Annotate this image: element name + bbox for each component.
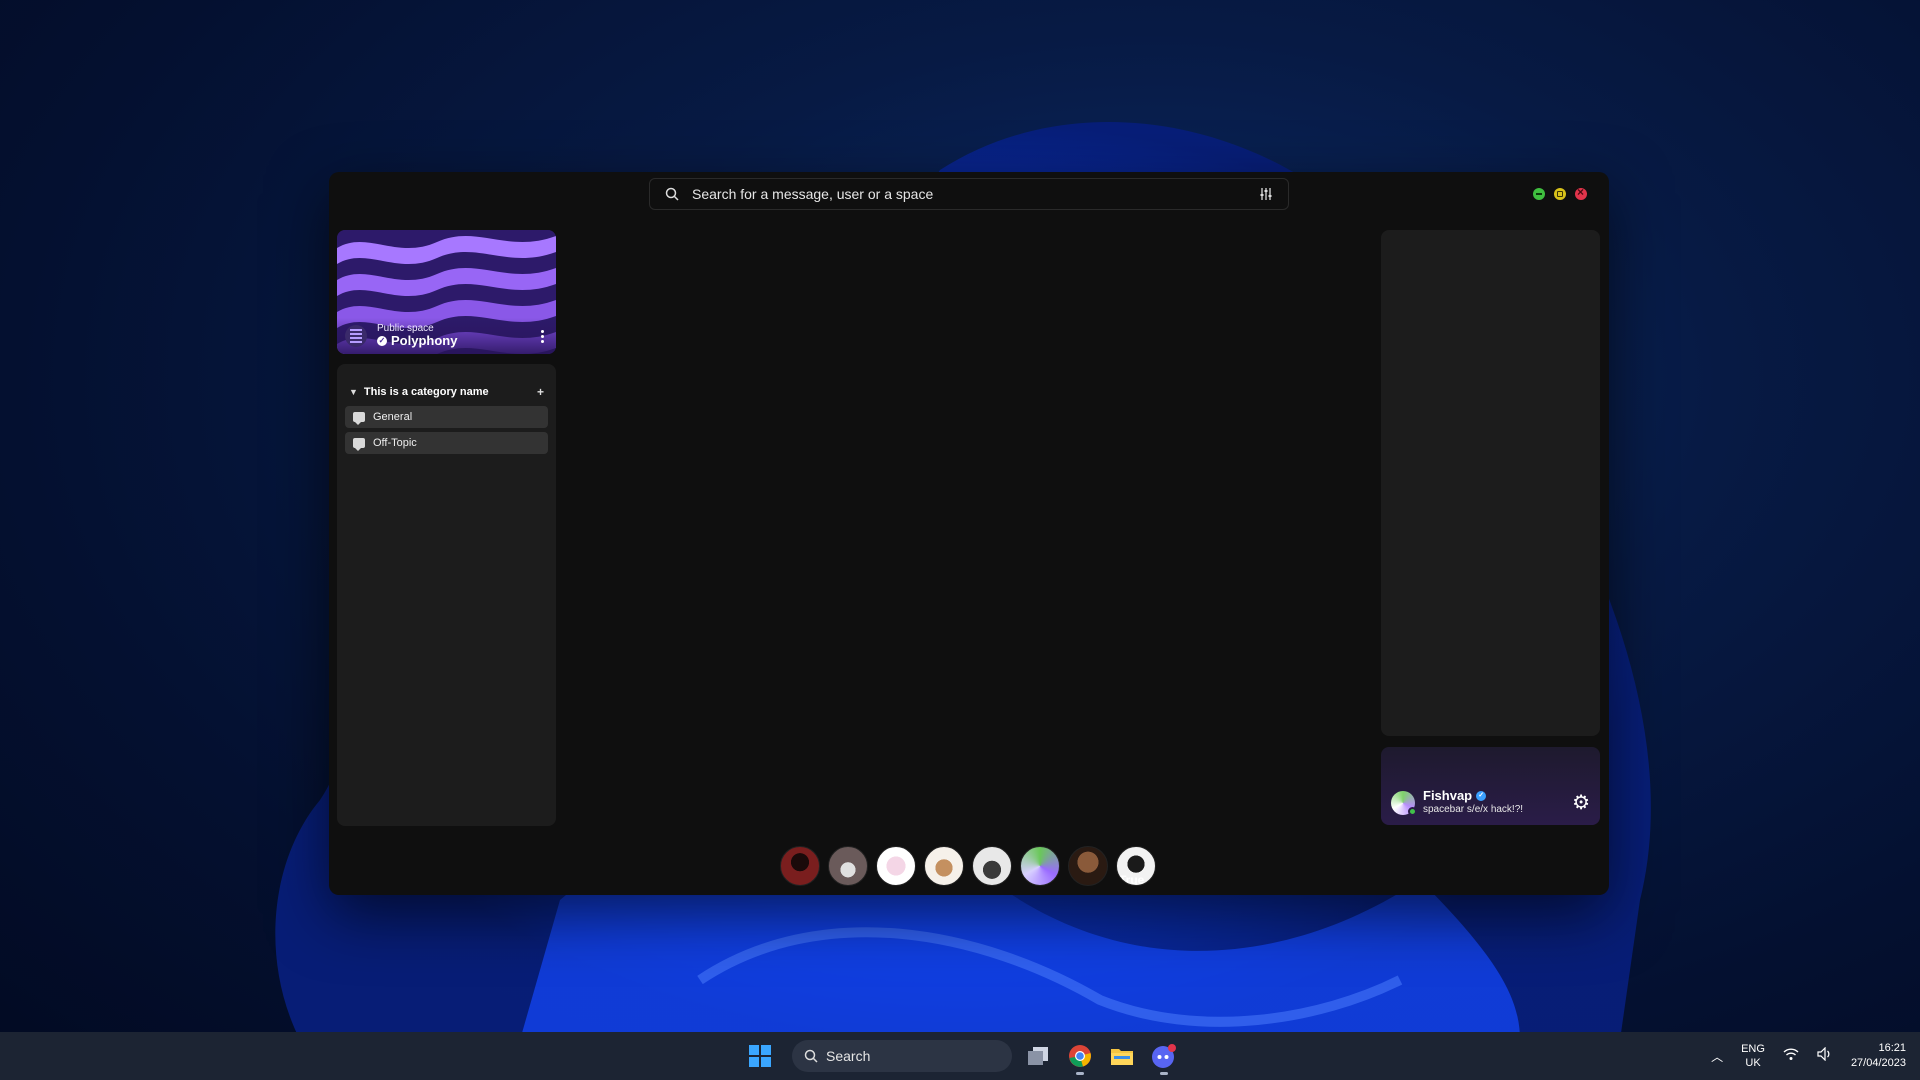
task-view-icon[interactable] — [1022, 1040, 1054, 1072]
minimize-button[interactable] — [1533, 188, 1545, 200]
add-channel-button[interactable]: + — [537, 385, 544, 399]
member-avatar[interactable]: True — [1116, 846, 1156, 886]
windows-start-icon[interactable] — [744, 1040, 776, 1072]
member-avatar[interactable] — [1068, 846, 1108, 886]
space-banner[interactable]: Public space ✓ Polyphony — [337, 230, 556, 354]
chevron-up-icon[interactable]: ︿ — [1711, 1048, 1723, 1065]
user-status-text: spacebar s/e/x hack!?! — [1423, 803, 1524, 815]
search-placeholder[interactable]: Search for a message, user or a space — [692, 186, 1246, 202]
category-name: This is a category name — [363, 386, 489, 398]
gear-icon[interactable]: ⚙ — [1572, 793, 1590, 813]
user-name: Fishvap ✓ — [1423, 787, 1564, 804]
member-avatar[interactable] — [780, 846, 820, 886]
clock[interactable]: 16:21 27/04/2023 — [1851, 1041, 1906, 1072]
chat-bubble-icon — [353, 412, 365, 425]
search-icon — [804, 1049, 818, 1063]
language-indicator[interactable]: ENG UK — [1741, 1042, 1765, 1071]
space-logo-icon — [345, 325, 367, 347]
member-avatar[interactable] — [972, 846, 1012, 886]
channel-list-panel: ▼ This is a category name + General Off-… — [337, 364, 556, 826]
space-members-row: True — [780, 846, 1156, 886]
chrome-icon[interactable] — [1064, 1040, 1096, 1075]
taskbar-search[interactable]: Search — [792, 1040, 1012, 1072]
taskbar-apps: Search — [744, 1040, 1180, 1075]
member-side-panel — [1381, 230, 1600, 736]
system-tray: ︿ ENG UK 16:21 27/04/2023 — [1711, 1032, 1906, 1080]
space-name: ✓ Polyphony — [377, 334, 527, 348]
member-avatar[interactable] — [924, 846, 964, 886]
window-controls — [1533, 185, 1587, 200]
global-search-bar[interactable]: Search for a message, user or a space — [649, 178, 1289, 210]
close-button[interactable] — [1575, 185, 1587, 200]
taskbar: Search ︿ ENG UK 16:21 27/04/2023 — [0, 1032, 1920, 1080]
verified-icon: ✓ — [377, 336, 387, 347]
category-header[interactable]: ▼ This is a category name + — [345, 382, 548, 402]
chat-bubble-icon — [353, 438, 365, 451]
app-window: Search for a message, user or a space Pu… — [329, 172, 1609, 895]
volume-icon[interactable] — [1817, 1046, 1833, 1066]
clock-time: 16:21 — [1878, 1041, 1906, 1054]
filter-sliders-icon[interactable] — [1258, 186, 1274, 202]
wifi-icon[interactable] — [1783, 1047, 1799, 1066]
current-user-card: Fishvap ✓ spacebar s/e/x hack!?! ⚙ — [1381, 747, 1600, 825]
avatar[interactable] — [1391, 791, 1417, 816]
channel-item-general[interactable]: General — [345, 406, 548, 428]
member-avatar-caption: True — [1119, 873, 1145, 886]
maximize-button[interactable] — [1554, 188, 1566, 200]
chevron-down-icon[interactable]: ▼ — [349, 387, 358, 397]
taskbar-search-label: Search — [826, 1048, 871, 1064]
channel-item-off-topic[interactable]: Off-Topic — [345, 432, 548, 454]
member-avatar[interactable] — [1020, 846, 1060, 886]
member-avatar[interactable] — [876, 846, 916, 886]
online-status-dot — [1408, 807, 1417, 816]
channel-label: General — [373, 411, 413, 423]
kebab-menu-icon[interactable] — [537, 326, 548, 347]
member-avatar[interactable] — [828, 846, 868, 886]
search-icon — [664, 186, 680, 202]
space-name-label: Polyphony — [391, 333, 458, 349]
space-info: Public space ✓ Polyphony — [337, 318, 556, 354]
user-name-label: Fishvap — [1423, 787, 1473, 803]
verified-icon: ✓ — [1476, 791, 1487, 802]
file-explorer-icon[interactable] — [1106, 1040, 1138, 1072]
discord-like-app-icon[interactable] — [1148, 1040, 1180, 1075]
clock-date: 27/04/2023 — [1850, 1057, 1906, 1069]
channel-label: Off-Topic — [373, 437, 417, 449]
